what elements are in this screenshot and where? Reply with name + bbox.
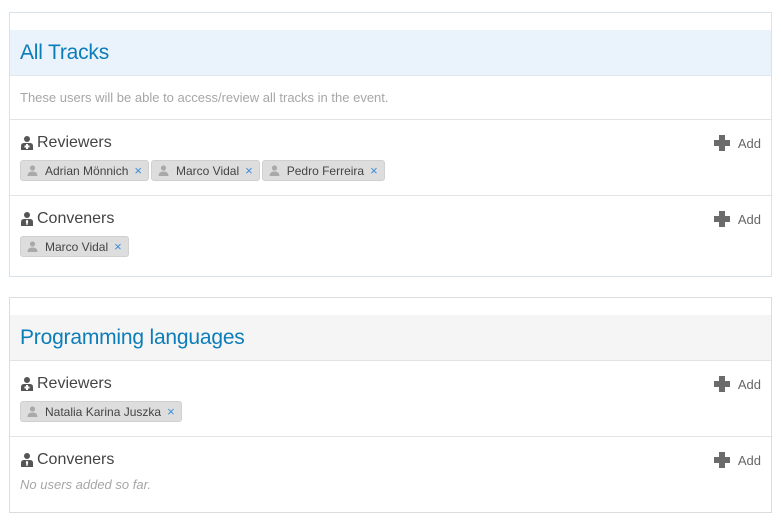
user-icon bbox=[27, 406, 38, 417]
user-chip-name: Marco Vidal bbox=[45, 239, 109, 254]
remove-icon[interactable]: × bbox=[134, 164, 142, 177]
reviewer-icon bbox=[21, 377, 33, 391]
convener-icon bbox=[21, 212, 33, 226]
pl-conveners-label: Conveners bbox=[37, 451, 115, 468]
pl-reviewers-chips: Natalia Karina Juszka × bbox=[20, 401, 761, 436]
user-chip-name: Adrian Mönnich bbox=[45, 163, 129, 178]
user-chip-name: Natalia Karina Juszka bbox=[45, 404, 162, 419]
pl-reviewers-label: Reviewers bbox=[37, 375, 112, 392]
programming-languages-title: Programming languages bbox=[20, 325, 245, 349]
add-label: Add bbox=[737, 211, 761, 227]
add-label: Add bbox=[737, 452, 761, 468]
user-chip: Pedro Ferreira × bbox=[261, 160, 385, 181]
pl-conveners-section: Conveners Add No users added so far. bbox=[10, 437, 771, 505]
all-tracks-reviewers-chips: Adrian Mönnich × Marco Vidal × Pedro Ferreir… bbox=[20, 160, 761, 195]
user-icon bbox=[27, 165, 38, 176]
pl-conveners-add-button[interactable]: Add bbox=[713, 452, 761, 468]
user-icon bbox=[158, 165, 169, 176]
convener-icon bbox=[21, 453, 33, 467]
pl-conveners-empty-text: No users added so far. bbox=[20, 477, 152, 492]
user-chip: Natalia Karina Juszka × bbox=[20, 401, 182, 422]
remove-icon[interactable]: × bbox=[167, 405, 175, 418]
user-chip-name: Marco Vidal bbox=[175, 163, 240, 178]
plus-icon bbox=[713, 452, 730, 468]
all-tracks-description: These users will be able to access/revie… bbox=[10, 76, 771, 120]
user-chip: Marco Vidal × bbox=[20, 236, 129, 257]
programming-languages-header: Programming languages bbox=[10, 315, 771, 361]
user-chip: Marco Vidal × bbox=[150, 160, 260, 181]
plus-icon bbox=[713, 135, 730, 151]
all-tracks-card: All Tracks These users will be able to a… bbox=[9, 12, 772, 277]
user-icon bbox=[269, 165, 280, 176]
all-tracks-title: All Tracks bbox=[20, 40, 110, 64]
all-tracks-conveners-add-button[interactable]: Add bbox=[713, 211, 761, 227]
plus-icon bbox=[713, 211, 730, 227]
add-label: Add bbox=[737, 135, 761, 151]
remove-icon[interactable]: × bbox=[114, 240, 122, 253]
pl-reviewers-add-button[interactable]: Add bbox=[713, 376, 761, 392]
programming-languages-card: Programming languages Reviewers Add Nata… bbox=[9, 297, 772, 513]
all-tracks-conveners-section: Conveners Add Marco Vidal × bbox=[10, 196, 771, 271]
remove-icon[interactable]: × bbox=[370, 164, 378, 177]
user-icon bbox=[27, 241, 38, 252]
all-tracks-reviewers-section: Reviewers Add Adrian Mönnich × Marco Vidal… bbox=[10, 120, 771, 196]
remove-icon[interactable]: × bbox=[245, 164, 253, 177]
user-chip: Adrian Mönnich × bbox=[20, 160, 149, 181]
all-tracks-reviewers-label: Reviewers bbox=[37, 134, 112, 151]
user-chip-name: Pedro Ferreira bbox=[286, 163, 365, 178]
all-tracks-reviewers-add-button[interactable]: Add bbox=[713, 135, 761, 151]
plus-icon bbox=[713, 376, 730, 392]
reviewer-icon bbox=[21, 136, 33, 150]
all-tracks-header: All Tracks bbox=[10, 30, 771, 76]
add-label: Add bbox=[737, 376, 761, 392]
all-tracks-conveners-chips: Marco Vidal × bbox=[20, 236, 761, 271]
pl-reviewers-section: Reviewers Add Natalia Karina Juszka × bbox=[10, 361, 771, 437]
all-tracks-conveners-label: Conveners bbox=[37, 210, 115, 227]
